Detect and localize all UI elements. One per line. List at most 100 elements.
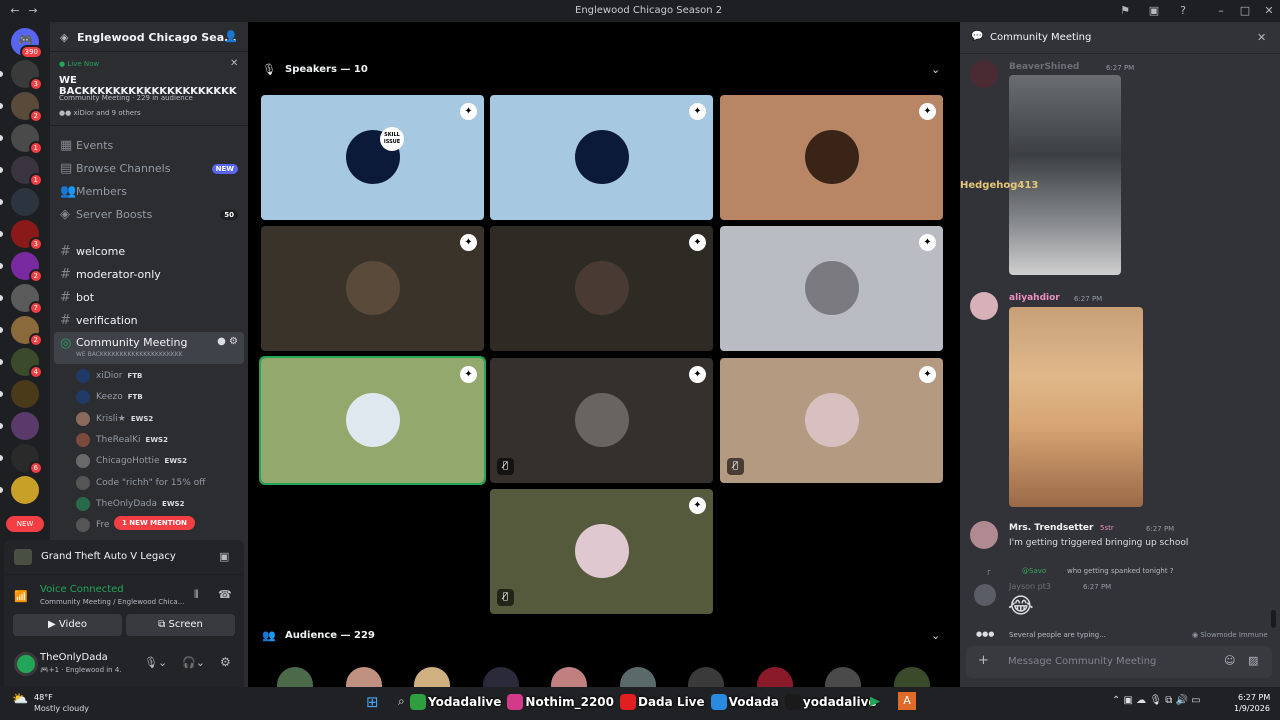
image-attachment[interactable] <box>1009 75 1121 275</box>
voice-user[interactable]: Code "richh" for 15% off <box>76 474 205 492</box>
speaker-tile[interactable]: ✦ <box>259 356 486 485</box>
emoji-icon[interactable]: ☺ <box>1224 654 1235 667</box>
collapse-audience-icon[interactable]: ⌄ <box>931 629 940 642</box>
avatar[interactable] <box>14 652 38 676</box>
speaker-tile[interactable]: ✦ <box>490 226 713 351</box>
speaker-tile[interactable]: ✦ <box>720 226 943 351</box>
message-author[interactable]: Jayson pt3 <box>1009 582 1051 591</box>
voice-user[interactable]: Krisli★ EWS2 <box>76 410 153 428</box>
new-unreads-pill[interactable]: NEW <box>6 516 44 532</box>
message-author[interactable]: Mrs. Trendsetter <box>1009 523 1093 533</box>
speaker-tile[interactable]: ✦ <box>490 95 713 220</box>
voice-user[interactable]: TheRealKi EWS2 <box>76 431 168 449</box>
speaker-tile[interactable]: ✦ 🎙̸ <box>490 489 713 614</box>
channel-bot[interactable]: # bot <box>54 287 244 308</box>
close-window-icon[interactable]: ✕ <box>1262 4 1276 18</box>
channel-welcome[interactable]: # welcome <box>54 241 244 262</box>
server-icon[interactable]: 7 <box>11 284 43 315</box>
channel-verification[interactable]: # verification <box>54 310 244 331</box>
guild-header[interactable]: ◈ Englewood Chicago Sea... ⌄ 👤 <box>50 22 248 52</box>
message-input[interactable]: + Message Community Meeting ☺ ▨ <box>966 646 1272 678</box>
voice-user[interactable]: ChicagoHottie EWS2 <box>76 452 187 470</box>
server-icon[interactable] <box>11 476 39 504</box>
tray-icons[interactable]: ⌃ ▣ ☁ 🎙 ⧉ 🔊 ▭ <box>1112 695 1201 706</box>
speaker-tile[interactable]: ✦ 🎙̸ <box>720 358 943 483</box>
noise-suppression-icon[interactable]: ⫴ <box>194 588 199 602</box>
avatar[interactable] <box>970 521 998 549</box>
microphone-icon[interactable]: 🎙⌄ <box>144 656 167 669</box>
app-icon[interactable]: A <box>898 692 916 710</box>
weather-icon[interactable]: ⛅ <box>12 692 28 707</box>
voice-user[interactable]: Keezo FTB <box>76 388 143 406</box>
minimize-icon[interactable]: – <box>1214 4 1228 18</box>
flag-icon[interactable]: ⚑ <box>1118 4 1132 18</box>
speaker-tile[interactable]: ✦ <box>261 226 484 351</box>
audience-avatar[interactable] <box>825 667 861 687</box>
nav-item[interactable]: ▦ Events <box>54 135 244 156</box>
back-arrow-icon[interactable]: ← <box>8 4 22 18</box>
server-icon[interactable] <box>11 412 39 440</box>
image-attachment[interactable] <box>1009 307 1143 507</box>
image-upload-icon[interactable]: ▨ <box>1248 654 1258 667</box>
inbox-icon[interactable]: ▣ <box>1147 4 1161 18</box>
reply-text[interactable]: who getting spanked tonight ? <box>1067 567 1174 575</box>
server-icon[interactable]: 2 <box>11 252 43 283</box>
stage-channel-community-meeting[interactable]: ◎ Community Meeting WE BACKKKKKKKKKKKKKK… <box>54 332 244 364</box>
speaker-tile[interactable]: ✦ <box>720 95 943 220</box>
direct-messages-icon[interactable]: 🎮 390 <box>11 28 43 59</box>
speaker-tile[interactable]: ✦ SKILL ISSUE <box>261 95 484 220</box>
message-author[interactable]: Hedgehog413 <box>960 180 1038 191</box>
server-icon[interactable] <box>11 188 39 216</box>
close-icon[interactable]: ✕ <box>1257 31 1266 44</box>
audience-avatar[interactable] <box>482 667 519 687</box>
audience-avatar[interactable] <box>414 667 450 687</box>
collapse-speakers-icon[interactable]: ⌄ <box>931 63 940 76</box>
nav-item[interactable]: ▤ Browse Channels NEW <box>54 158 244 179</box>
live-stage-card[interactable]: ● Live Now ✕ WE BACKKKKKKKKKKKKKKKKKKKK … <box>50 54 248 126</box>
audience-avatar[interactable] <box>345 667 382 687</box>
voice-user[interactable]: TheOnlyDada EWS2 <box>76 495 184 513</box>
server-icon[interactable]: 1 <box>11 124 43 155</box>
server-icon[interactable] <box>11 380 39 408</box>
server-icon[interactable]: 2 <box>11 316 43 347</box>
headphones-icon[interactable]: 🎧⌄ <box>182 656 205 669</box>
message-author[interactable]: aliyahdior <box>1009 293 1060 303</box>
avatar[interactable] <box>970 292 998 320</box>
close-icon[interactable]: ✕ <box>230 58 238 69</box>
speaker-tile[interactable]: ✦ 🎙̸ <box>490 358 713 483</box>
attach-plus-icon[interactable]: + <box>978 653 989 668</box>
stage-actions-icon[interactable]: ● ⚙ <box>217 336 238 347</box>
stream-icon[interactable]: ▣ <box>219 550 229 563</box>
audience-avatar[interactable] <box>688 667 724 687</box>
windows-start-icon[interactable]: ⊞ <box>366 693 379 711</box>
server-icon[interactable]: 1 <box>11 156 43 187</box>
channel-moderator-only[interactable]: # moderator-only <box>54 264 244 285</box>
message-author[interactable]: BeaverShined <box>1009 62 1079 72</box>
reply-author[interactable]: @Savo <box>1022 567 1046 575</box>
invite-icon[interactable]: 👤 <box>224 30 238 43</box>
avatar[interactable] <box>970 60 998 88</box>
server-icon[interactable]: 3 <box>11 60 43 91</box>
avatar[interactable] <box>974 584 996 606</box>
app-icon[interactable]: ▶ <box>870 694 880 709</box>
audience-avatar[interactable] <box>619 667 656 687</box>
server-icon[interactable]: 3 <box>11 220 43 251</box>
scrollbar[interactable] <box>1271 610 1276 628</box>
new-mention-pill[interactable]: 1 NEW MENTION <box>114 516 195 530</box>
server-icon[interactable]: 4 <box>11 348 43 379</box>
server-icon[interactable]: 6 <box>11 444 43 475</box>
nav-item[interactable]: 👥 Members <box>54 181 244 202</box>
audience-avatar[interactable] <box>551 667 587 687</box>
audience-avatar[interactable] <box>893 667 930 687</box>
voice-user[interactable]: Fre <box>76 516 110 534</box>
voice-user[interactable]: xiDior FTB <box>76 367 142 385</box>
activity-row[interactable]: Grand Theft Auto V Legacy ▣ <box>4 540 244 575</box>
audience-avatar[interactable] <box>756 667 793 687</box>
disconnect-icon[interactable]: ☎ <box>218 588 232 601</box>
nav-item[interactable]: ◈ Server Boosts 50 <box>54 204 244 225</box>
audience-avatar[interactable] <box>277 667 313 687</box>
maximize-icon[interactable]: □ <box>1238 4 1252 18</box>
user-settings-icon[interactable]: ⚙ <box>220 655 231 669</box>
server-icon[interactable]: 2 <box>11 92 43 123</box>
screen-share-button[interactable]: ⧉ Screen <box>126 614 235 636</box>
